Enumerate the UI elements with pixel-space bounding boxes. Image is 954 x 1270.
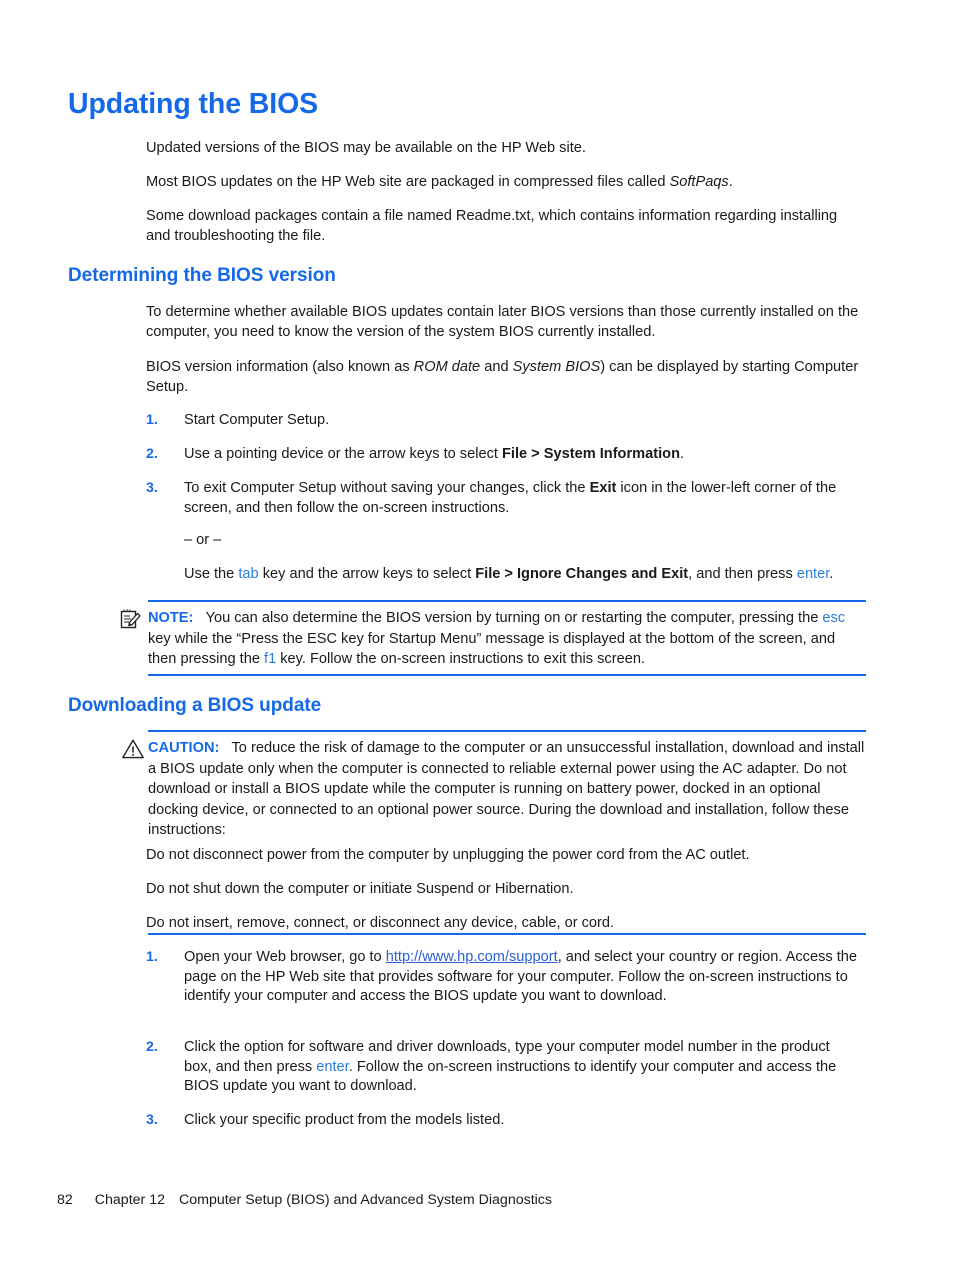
system-bios-term: System BIOS [512,359,601,375]
step3-alt-mid: key and the arrow keys to select [258,566,476,582]
step2-menu-path: File > System Information [501,446,680,462]
list-item-text: Start Computer Setup. [184,412,330,428]
list-item: 2. Use a pointing device or the arrow ke… [146,445,860,465]
caution-label: CAUTION: [148,740,220,756]
caution-text: To reduce the risk of damage to the comp… [148,740,865,838]
list-number: 3. [146,480,158,496]
or-divider: – or – [184,532,222,548]
note-text-1: You can also determine the BIOS version … [205,610,823,626]
hp-support-link[interactable]: http://www.hp.com/support [386,949,558,965]
step3-alt-end: . [829,566,834,582]
footer-chapter-title: Computer Setup (BIOS) and Advanced Syste… [178,1192,552,1208]
note-text-3: key. Follow the on-screen instructions t… [276,651,645,667]
determining-paragraph-2: BIOS version information (also known as … [146,358,860,397]
list-item-text: Open your Web browser, go to http://www.… [184,948,860,1007]
note-body: NOTE: You can also determine the BIOS ve… [148,600,866,670]
list-item: 3. Click your specific product from the … [146,1111,860,1131]
list-number: 2. [146,1039,158,1055]
list-item: 1. Start Computer Setup. [146,411,860,431]
step3-alt-post: , and then press [688,566,797,582]
note-label: NOTE: [148,610,194,626]
intro-paragraph-2: Most BIOS updates on the HP Web site are… [146,173,860,193]
step2-pre: Use a pointing device or the arrow keys … [184,446,502,462]
intro-paragraph-2-text: Most BIOS updates on the HP Web site are… [146,174,670,190]
warning-triangle-icon [121,737,147,763]
intro-paragraph-2-period: . [728,174,733,190]
page-title: Updating the BIOS [68,88,319,120]
determining-paragraph-1: To determine whether available BIOS upda… [146,304,859,340]
caution-bullet-3: Do not insert, remove, connect, or disco… [146,915,615,931]
caution-rule-top [148,730,866,732]
key-tab: tab [238,566,259,582]
step3-alt-menu-path: File > Ignore Changes and Exit [475,566,689,582]
list-item: 1. Open your Web browser, go to http://w… [146,948,860,1007]
caution-admonition: CAUTION: To reduce the risk of damage to… [118,730,866,841]
step2-post: . [680,446,685,462]
list-item: 2. Click the option for software and dri… [146,1038,860,1097]
step3-alternative-text: Use the tab key and the arrow keys to se… [184,565,860,585]
note-pencil-icon [118,606,144,632]
footer-chapter: Chapter 12 [94,1192,165,1208]
intro-paragraph-1: Updated versions of the BIOS may be avai… [146,140,586,156]
determining-p2-mid: and [480,359,513,375]
key-enter: enter [796,566,830,582]
section-heading-determining: Determining the BIOS version [68,265,336,286]
key-enter: enter [316,1058,349,1075]
list-number: 1. [146,949,158,965]
list-item-text: Click your specific product from the mod… [184,1112,505,1128]
list-item-text: Click the option for software and driver… [184,1038,860,1097]
key-esc: esc [822,610,846,626]
note-rule-bottom [148,674,866,676]
note-admonition: NOTE: You can also determine the BIOS ve… [118,600,866,670]
list-item-text: To exit Computer Setup without saving yo… [184,479,860,518]
section-heading-downloading: Downloading a BIOS update [68,695,322,716]
determining-p2-pre: BIOS version information (also known as [146,359,414,375]
step3-exit-label: Exit [589,480,617,496]
caution-bullet-1: Do not disconnect power from the compute… [146,847,750,863]
step3-alt-pre: Use the [184,566,239,582]
caution-body: CAUTION: To reduce the risk of damage to… [148,730,866,841]
document-page: Updating the BIOS Updated versions of th… [0,0,954,1270]
page-footer: 82 Chapter 12 Computer Setup (BIOS) and Ad… [57,1192,552,1208]
list-number: 1. [146,412,158,428]
list-number: 2. [146,446,158,462]
rom-date-term: ROM date [413,359,481,375]
download-step1-pre: Open your Web browser, go to [184,949,386,965]
footer-page-number: 82 [57,1192,73,1208]
softpaqs-term: SoftPaqs [669,174,729,190]
note-rule-top [148,600,866,602]
key-f1: f1 [264,651,277,667]
list-number: 3. [146,1112,158,1128]
list-item-text: Use a pointing device or the arrow keys … [184,445,860,465]
step3-pre: To exit Computer Setup without saving yo… [184,480,590,496]
list-item: 3. To exit Computer Setup without saving… [146,479,860,518]
caution-rule-bottom [148,933,866,935]
intro-paragraph-3: Some download packages contain a file na… [146,208,838,244]
caution-bullet-2: Do not shut down the computer or initiat… [146,881,574,897]
